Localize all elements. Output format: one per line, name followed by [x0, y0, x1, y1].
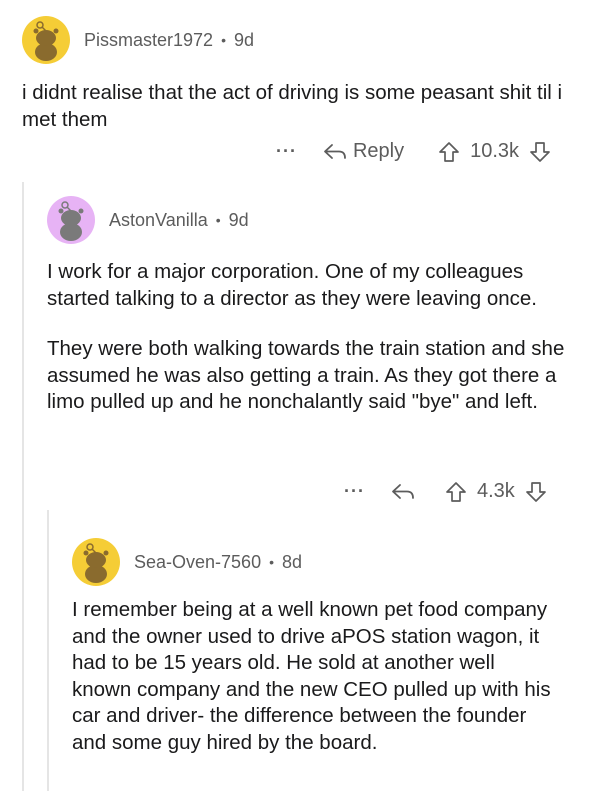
comment-actions: ··· 4.3k [344, 480, 547, 503]
comment-body: i didnt realise that the act of driving … [22, 80, 582, 133]
more-options-button[interactable]: ··· [344, 481, 365, 502]
ellipsis-icon: ··· [344, 481, 365, 501]
snoo-avatar-icon [58, 201, 84, 241]
reply-button[interactable] [391, 482, 415, 502]
downvote-arrow-icon [530, 141, 550, 162]
comment-paragraph: I work for a major corporation. One of m… [47, 260, 537, 310]
comment-body: I remember being at a well known pet foo… [72, 597, 557, 756]
ellipsis-icon: ··· [276, 141, 297, 161]
username[interactable]: AstonVanilla [109, 210, 208, 231]
downvote-button[interactable] [525, 481, 547, 503]
comment-age: 9d [233, 29, 254, 50]
comment-header: AstonVanilla • 9d [47, 196, 249, 244]
separator-dot: • [221, 32, 226, 48]
thread-line[interactable] [22, 182, 24, 791]
upvote-arrow-icon [446, 481, 466, 502]
snoo-avatar-icon [83, 543, 109, 583]
thread-line[interactable] [47, 510, 49, 791]
comment-actions: ··· Reply 10.3k [276, 140, 551, 163]
username[interactable]: Pissmaster1972 [84, 30, 213, 51]
comment-body: I work for a major corporation. One of m… [47, 259, 567, 416]
reply-label: Reply [352, 140, 405, 162]
comment-age: 8d [282, 551, 303, 572]
downvote-button[interactable] [529, 141, 551, 163]
avatar[interactable] [47, 196, 95, 244]
downvote-arrow-icon [525, 481, 546, 502]
reply-arrow-icon [324, 143, 346, 159]
avatar[interactable] [72, 538, 120, 586]
upvote-button[interactable] [438, 141, 460, 163]
more-options-button[interactable]: ··· [276, 141, 297, 162]
upvote-arrow-icon [439, 141, 459, 162]
comment-paragraph: I remember being at a well known pet foo… [72, 598, 551, 754]
separator-dot: • [269, 554, 274, 570]
separator-dot: • [215, 212, 221, 228]
reply-button[interactable]: Reply [323, 140, 404, 163]
username[interactable]: Sea-Oven-7560 [134, 552, 261, 573]
avatar[interactable] [22, 16, 70, 64]
reply-arrow-icon [392, 483, 414, 499]
comment-age: 9d [228, 209, 249, 230]
comment-header: Sea-Oven-7560 • 8d [72, 538, 302, 586]
vote-count: 10.3k [470, 140, 520, 162]
vote-count: 4.3k [476, 480, 515, 502]
comment-paragraph: i didnt realise that the act of driving … [22, 81, 563, 131]
comment-header: Pissmaster1972 • 9d [22, 16, 254, 64]
upvote-button[interactable] [445, 481, 467, 503]
comment-paragraph: They were both walking towards the train… [47, 337, 565, 413]
snoo-avatar-icon [33, 21, 59, 61]
